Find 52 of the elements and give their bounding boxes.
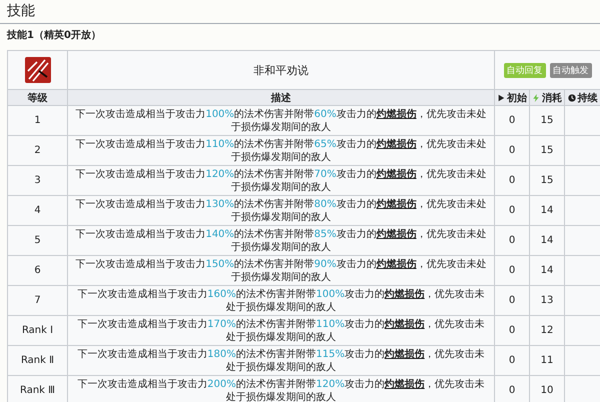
level-cell: Rank Ⅱ [8, 346, 68, 376]
column-header: 描述 [68, 90, 494, 106]
level-cell: 6 [8, 256, 68, 286]
lightning-icon [532, 94, 540, 102]
initial-cell: 0 [494, 226, 530, 256]
cost-cell: 13 [530, 286, 564, 316]
level-cell: 2 [8, 136, 68, 166]
skill-icon [24, 57, 50, 83]
level-cell: 7 [8, 286, 68, 316]
skill-description: 下一次攻击造成相当于攻击力 150%的法术伤害并附带90%攻击力的灼燃损伤，优先攻击未处于损伤爆发期间的敌人 [74, 258, 488, 284]
skill-description: 下一次攻击造成相当于攻击力 120%的法术伤害并附带70%攻击力的灼燃损伤，优先攻击未处于损伤爆发期间的敌人 [74, 168, 488, 194]
column-header: 持续 [564, 90, 600, 106]
initial-cell: 0 [494, 256, 530, 286]
skill-heading: 技能1（精英0开放） [6, 28, 102, 43]
skill-description: 下一次攻击造成相当于攻击力 100%的法术伤害并附带60%攻击力的灼燃损伤，优先攻击未处于损伤爆发期间的敌人 [74, 108, 488, 134]
cost-cell: 15 [530, 166, 564, 196]
level-cell: Rank Ⅰ [8, 316, 68, 346]
section-title: 技能 [0, 0, 600, 24]
skill-tag: 自动触发 [550, 62, 592, 78]
cost-cell: 12 [530, 316, 564, 346]
skill-description: 下一次攻击造成相当于攻击力 160%的法术伤害并附带100%攻击力的灼燃损伤，优先攻击未处于损伤爆发期间的敌人 [76, 288, 486, 314]
level-cell: Rank Ⅲ [8, 376, 68, 402]
cost-cell: 11 [530, 346, 564, 376]
initial-cell: 0 [494, 166, 530, 196]
initial-cell: 0 [494, 136, 530, 166]
column-header: 消耗 [530, 90, 564, 106]
initial-cell: 0 [494, 316, 530, 346]
skill-description: 下一次攻击造成相当于攻击力200%的法术伤害并附带120%攻击力的灼燃损伤，优先攻击未处于损伤爆发期间的敌人 [76, 378, 486, 402]
skill-description: 下一次攻击造成相当于攻击力 180%的法术伤害并附带115%攻击力的灼燃损伤，优先攻击未处于损伤爆发期间的敌人 [76, 348, 486, 374]
skill-tag: 自动回复 [504, 62, 546, 78]
column-header: 初始 [494, 90, 530, 106]
skill-description: 下一次攻击造成相当于攻击力 170%的法术伤害并附带110%攻击力的灼燃损伤，优先攻击未处于损伤爆发期间的敌人 [76, 318, 486, 344]
cost-cell: 15 [530, 136, 564, 166]
level-cell: 4 [8, 196, 68, 226]
initial-cell: 0 [494, 286, 530, 316]
skill-description: 下一次攻击造成相当于攻击力 140%的法术伤害并附带85%攻击力的灼燃损伤，优先攻击未处于损伤爆发期间的敌人 [74, 228, 488, 254]
initial-cell: 0 [494, 106, 530, 136]
cost-cell: 14 [530, 256, 564, 286]
cost-cell: 15 [530, 106, 564, 136]
cost-cell: 14 [530, 196, 564, 226]
level-cell: 3 [8, 166, 68, 196]
skill-name: 非和平劝说 [254, 64, 308, 76]
skill-description: 下一次攻击造成相当于攻击力 110%的法术伤害并附带65%攻击力的灼燃损伤，优先攻击未处于损伤爆发期间的敌人 [74, 138, 488, 164]
initial-cell: 0 [494, 346, 530, 376]
clock-icon [568, 94, 576, 102]
cost-cell: 14 [530, 226, 564, 256]
skill-description: 下一次攻击造成相当于攻击力 130%的法术伤害并附带80%攻击力的灼燃损伤，优先攻击未处于损伤爆发期间的敌人 [74, 198, 488, 224]
column-header: 等级 [8, 90, 68, 106]
play-icon [497, 94, 505, 102]
level-cell: 5 [8, 226, 68, 256]
initial-cell: 0 [494, 196, 530, 226]
level-cell: 1 [8, 106, 68, 136]
